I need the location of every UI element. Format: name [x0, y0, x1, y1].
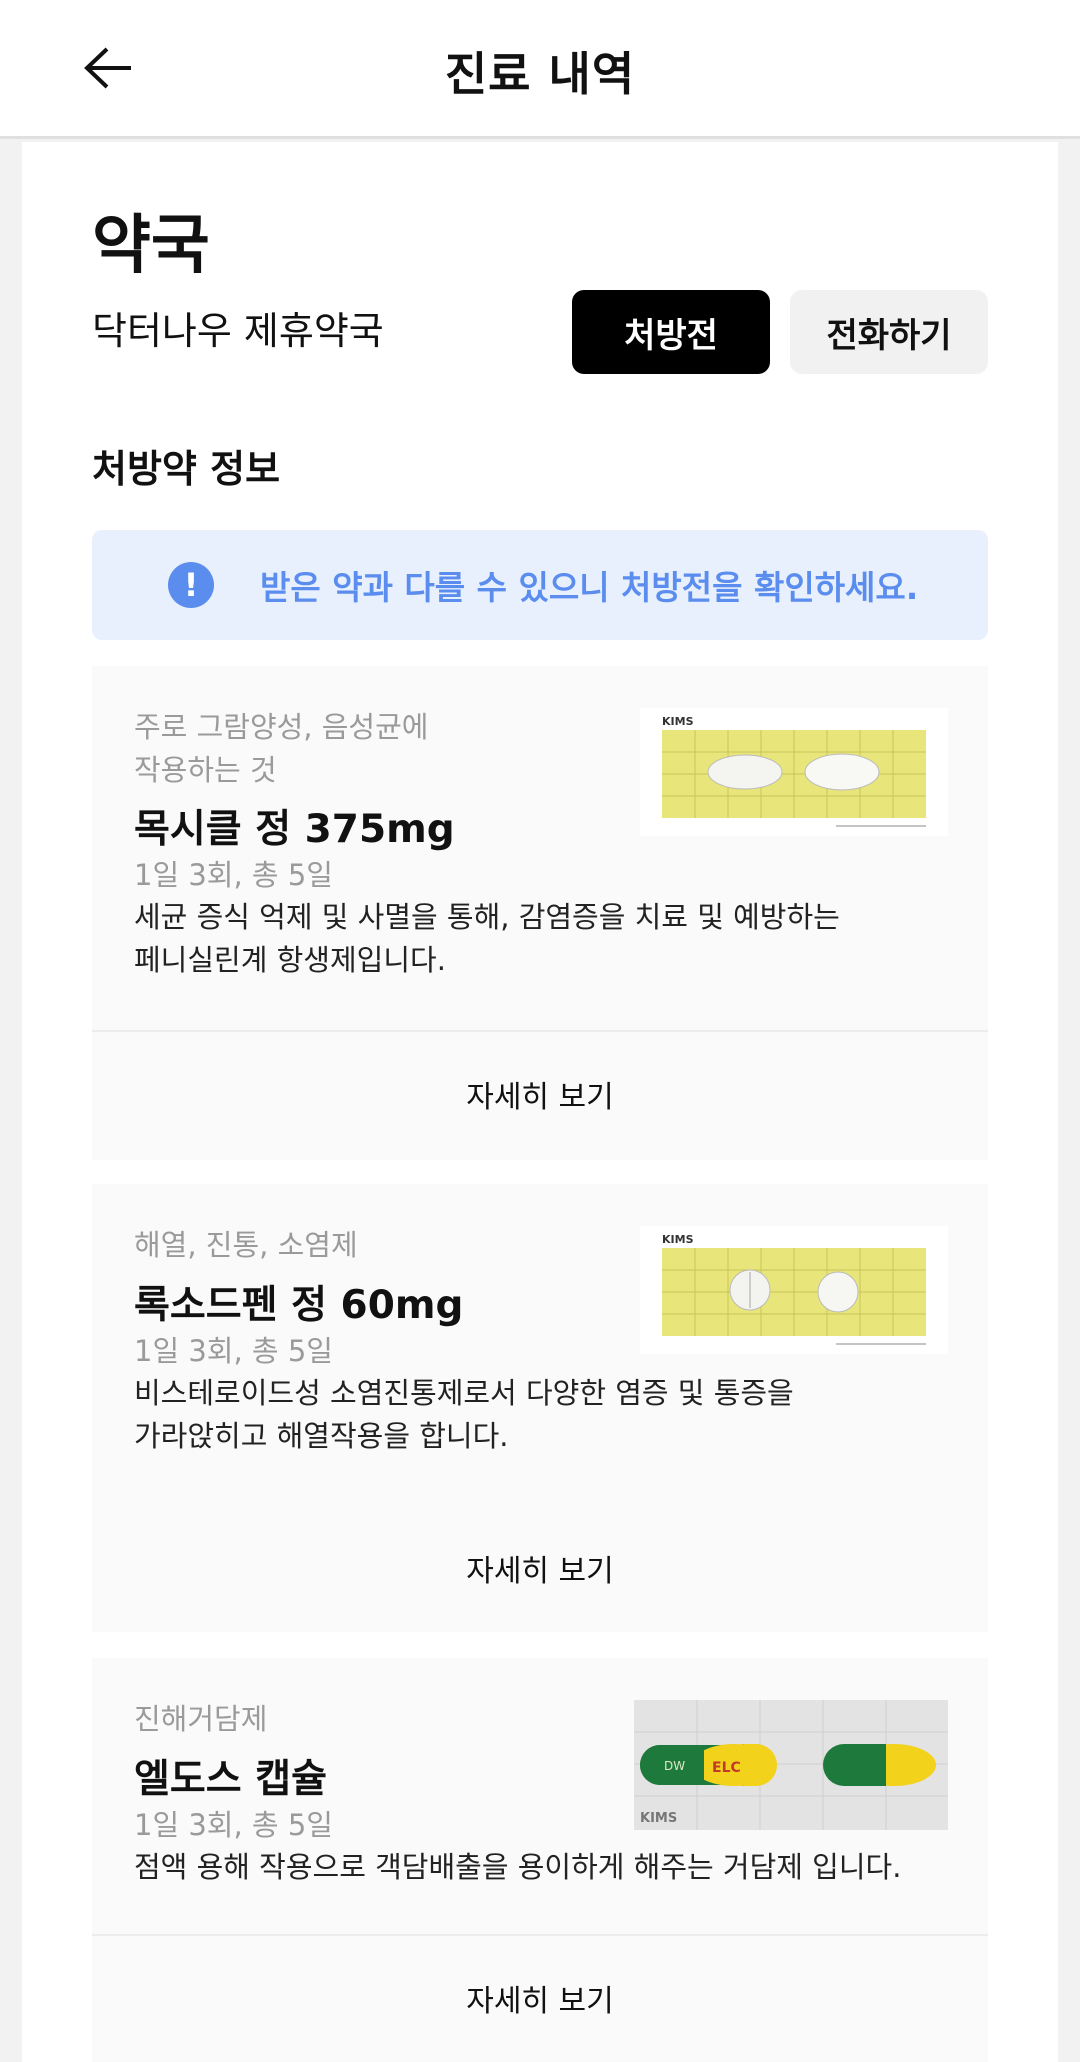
drug-category: 주로 그람양성, 음성균에 — [134, 710, 429, 744]
drug-description-line: 페니실린계 항생제입니다. — [134, 943, 446, 977]
capsule-print: ELC — [712, 1760, 741, 1776]
view-details-button[interactable]: 자세히 보기 — [92, 1936, 988, 2060]
pharmacy-name: 닥터나우 제휴약국 — [92, 309, 384, 353]
drug-detail-row: 자세히 보기 — [92, 1936, 988, 2062]
drug-description: 점액 용해 작용으로 객담배출을 용이하게 해주는 거담제 입니다. — [134, 1846, 974, 1889]
drug-dose: 1일 3회, 총 5일 — [134, 1808, 333, 1842]
kims-logo: KIMS — [662, 1233, 694, 1246]
pill-photo: KIMS — [662, 715, 926, 827]
call-button[interactable]: 전화하기 — [790, 290, 988, 374]
medicine-info-title: 처방약 정보 — [92, 447, 281, 491]
app-header: 진료 내역 — [0, 0, 1080, 139]
capsule-photo: DW ELC KIMS — [634, 1700, 948, 1830]
view-details-button[interactable]: 자세히 보기 — [92, 1506, 988, 1630]
kims-logo: KIMS — [662, 715, 694, 728]
pill-photo: KIMS — [662, 1233, 926, 1345]
drug-card: 해열, 진통, 소염제 록소드펜 정 60mg 1일 3회, 총 5일 비스테로… — [92, 1184, 988, 1524]
exclamation-circle-icon: ! — [168, 562, 214, 608]
kims-logo: KIMS — [640, 1811, 677, 1826]
drug-description-line: 점액 용해 작용으로 객담배출을 용이하게 해주는 거담제 입니다. — [134, 1850, 902, 1884]
drug-detail-row: 자세히 보기 — [92, 1506, 988, 1632]
capsule-print: DW — [664, 1759, 685, 1773]
pharmacy-section-title: 약국 — [92, 209, 210, 283]
drug-description-line: 세균 증식 억제 및 사멸을 통해, 감염증을 치료 및 예방하는 — [134, 900, 840, 934]
drug-dose: 1일 3회, 총 5일 — [134, 858, 333, 892]
drug-description-line: 가라앉히고 해열작용을 합니다. — [134, 1419, 509, 1453]
drug-category: 진해거담제 — [134, 1702, 268, 1736]
drug-description-line: 비스테로이드성 소염진통제로서 다양한 염증 및 통증을 — [134, 1376, 794, 1410]
drug-name: 엘도스 캡슐 — [134, 1757, 327, 1802]
view-details-button[interactable]: 자세히 보기 — [92, 1032, 988, 1156]
drug-detail-row: 자세히 보기 — [92, 1032, 988, 1160]
drug-image: DW ELC KIMS — [634, 1700, 948, 1830]
drug-category: 해열, 진통, 소염제 — [134, 1228, 358, 1262]
drug-image: KIMS — [640, 1226, 948, 1354]
page-title: 진료 내역 — [444, 47, 636, 101]
drug-category: 작용하는 것 — [134, 753, 277, 787]
drug-name: 록소드펜 정 60mg — [134, 1283, 464, 1328]
notice-banner: ! 받은 약과 다를 수 있으니 처방전을 확인하세요. — [92, 530, 988, 640]
notice-text: 받은 약과 다를 수 있으니 처방전을 확인하세요. — [260, 568, 919, 607]
detail-card: 약국 닥터나우 제휴약국 처방전 전화하기 처방약 정보 ! 받은 약과 다를 … — [22, 142, 1058, 2062]
drug-image: KIMS — [640, 708, 948, 836]
prescription-button[interactable]: 처방전 — [572, 290, 770, 374]
drug-card: 주로 그람양성, 음성균에 작용하는 것 목시클 정 375mg 1일 3회, … — [92, 666, 988, 1046]
drug-dose: 1일 3회, 총 5일 — [134, 1334, 333, 1368]
drug-card: 진해거담제 엘도스 캡슐 1일 3회, 총 5일 점액 용해 작용으로 객담배출… — [92, 1658, 988, 1937]
drug-name: 목시클 정 375mg — [134, 807, 455, 852]
drug-description: 비스테로이드성 소염진통제로서 다양한 염증 및 통증을 가라앉히고 해열작용을… — [134, 1372, 914, 1458]
drug-description: 세균 증식 억제 및 사멸을 통해, 감염증을 치료 및 예방하는 페니실린계 … — [134, 896, 914, 982]
